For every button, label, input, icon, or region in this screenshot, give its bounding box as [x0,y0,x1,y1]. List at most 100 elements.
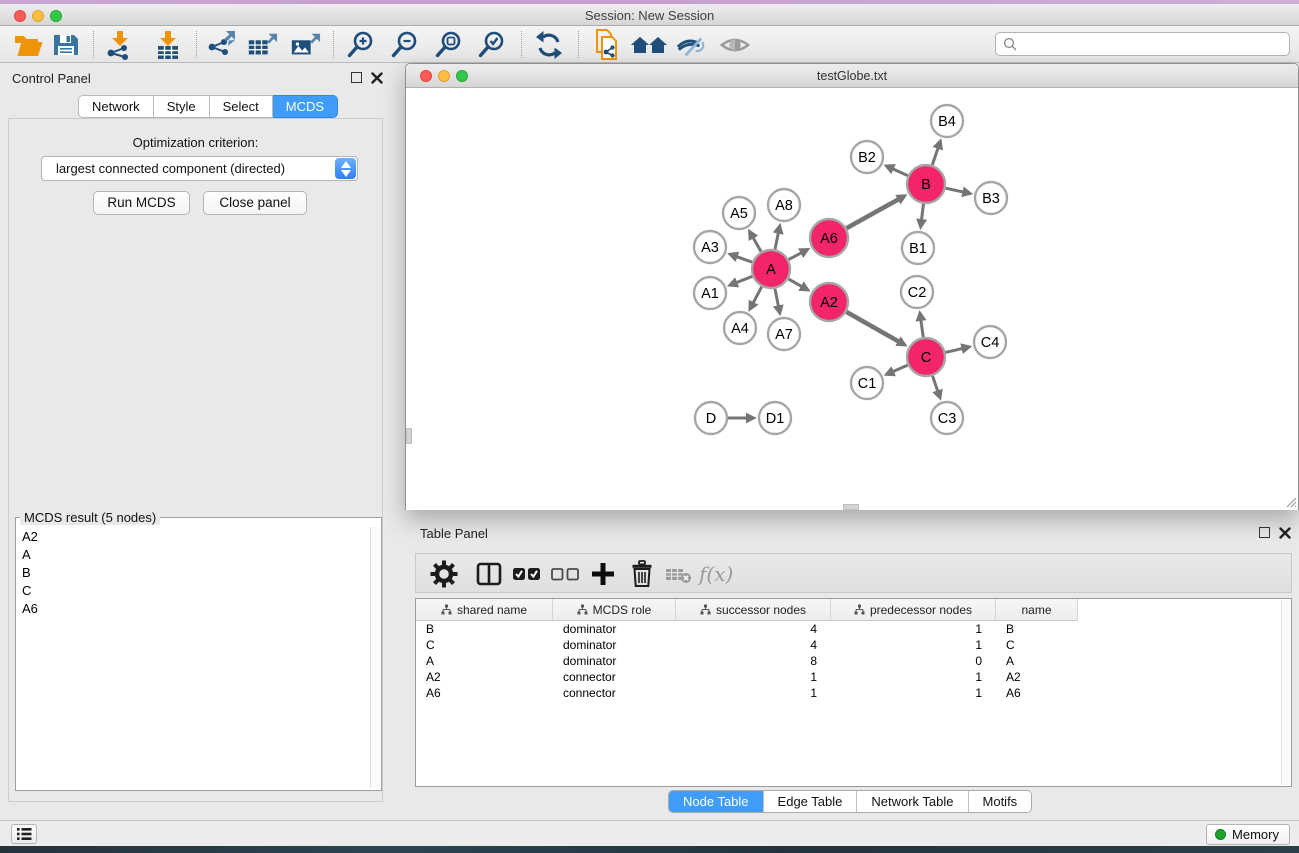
tab-style[interactable]: Style [154,95,210,118]
delete-table-button[interactable] [664,559,694,589]
graph-edge-A6-B[interactable] [846,199,899,229]
table-row[interactable]: Adominator80A [416,653,1291,669]
table-settings-button[interactable] [429,559,459,589]
graph-edge-B-B3[interactable] [946,188,965,192]
tab-node-table[interactable]: Node Table [669,791,763,812]
open-session-button[interactable] [12,30,44,60]
table-cell[interactable]: C [416,638,553,652]
table-row[interactable]: A2connector11A2 [416,669,1291,685]
table-cell[interactable]: 8 [676,654,831,668]
canvas-horizontal-scroll-nub[interactable] [843,504,859,510]
table-cell[interactable]: A [996,654,1078,668]
table-cell[interactable]: B [416,622,553,636]
close-panel-button[interactable]: Close panel [203,191,307,215]
table-cell[interactable]: 0 [831,654,996,668]
show-all-networks-button[interactable] [629,30,669,60]
graph-edge-A-A4[interactable] [753,287,762,304]
select-all-button[interactable] [511,559,543,589]
graph-edge-A-A7[interactable] [775,289,779,308]
network-canvas[interactable]: AA6A2BCB4B2B3A8A5A3B1A1C2A4A7C4C1C3DD1 [406,88,1298,510]
graph-edge-A-A5[interactable] [752,236,761,251]
graph-edge-A-A6[interactable] [789,252,803,259]
hide-selected-button[interactable] [675,30,707,60]
task-history-button[interactable] [11,824,37,844]
search-input[interactable] [1022,37,1289,51]
table-cell[interactable]: connector [553,670,676,684]
tab-motifs[interactable]: Motifs [968,791,1032,812]
graph-edge-C-C2[interactable] [921,319,924,337]
export-network-button[interactable] [205,30,237,60]
tab-select[interactable]: Select [210,95,273,118]
table-cell[interactable]: 4 [676,622,831,636]
table-cell[interactable]: 4 [676,638,831,652]
mcds-result-item[interactable]: B [17,563,370,581]
resize-grip-icon[interactable] [1284,495,1297,508]
mcds-result-item[interactable]: A2 [17,527,370,545]
zoom-selected-button[interactable] [476,30,508,60]
float-table-panel-icon[interactable] [1259,527,1270,538]
table-cell[interactable]: A [416,654,553,668]
table-cell[interactable]: B [996,622,1078,636]
create-column-button[interactable] [588,559,618,589]
graph-edge-C-C4[interactable] [945,348,963,352]
memory-button[interactable]: Memory [1206,824,1290,845]
close-panel-icon[interactable] [371,72,383,84]
column-header-successor-nodes[interactable]: successor nodes [676,599,831,621]
table-cell[interactable]: 1 [831,638,996,652]
deselect-all-button[interactable] [549,559,581,589]
table-scrollbar[interactable] [1281,600,1290,785]
column-header-shared-name[interactable]: shared name [416,599,553,621]
export-table-button[interactable] [246,30,278,60]
graph-edge-A-A8[interactable] [775,231,779,249]
tab-network[interactable]: Network [78,95,154,118]
run-mcds-button[interactable]: Run MCDS [93,191,190,215]
import-network-button[interactable] [104,30,136,60]
show-selected-button[interactable] [719,30,751,60]
tab-network-table[interactable]: Network Table [856,791,967,812]
table-row[interactable]: Bdominator41B [416,621,1291,637]
graph-edge-B-B4[interactable] [932,147,938,165]
mcds-result-item[interactable]: A [17,545,370,563]
table-cell[interactable]: A2 [996,670,1078,684]
export-image-button[interactable] [289,30,321,60]
table-cell[interactable]: 1 [831,670,996,684]
mcds-result-item[interactable]: A6 [17,599,370,617]
column-manager-button[interactable] [474,559,504,589]
graph-edge-A-A3[interactable] [735,256,752,262]
save-session-button[interactable] [50,30,82,60]
table-cell[interactable]: 1 [831,622,996,636]
graph-edge-A-A2[interactable] [788,279,803,287]
table-cell[interactable]: 1 [831,686,996,700]
table-cell[interactable]: 1 [676,670,831,684]
function-builder-button[interactable]: f(x) [699,559,733,589]
table-cell[interactable]: A2 [416,670,553,684]
import-table-button[interactable] [152,30,184,60]
graph-edge-A2-C[interactable] [846,312,900,342]
column-header-name[interactable]: name [996,599,1078,621]
tab-mcds[interactable]: MCDS [273,95,338,118]
table-cell[interactable]: dominator [553,638,676,652]
zoom-out-button[interactable] [389,30,421,60]
network-window-titlebar[interactable]: testGlobe.txt [406,64,1298,88]
float-panel-icon[interactable] [351,72,362,83]
table-cell[interactable]: A6 [996,686,1078,700]
delete-column-button[interactable] [628,559,656,589]
zoom-fit-button[interactable] [433,30,465,60]
table-row[interactable]: A6connector11A6 [416,685,1291,701]
mcds-result-list[interactable]: A2ABCA6 [17,527,370,788]
column-header-MCDS-role[interactable]: MCDS role [553,599,676,621]
graph-edge-C-C3[interactable] [933,376,939,393]
graph-edge-B-B2[interactable] [892,168,908,175]
zoom-in-button[interactable] [345,30,377,60]
search-field[interactable] [995,32,1290,56]
table-cell[interactable]: C [996,638,1078,652]
graph-edge-B-B1[interactable] [921,204,923,221]
close-table-panel-icon[interactable] [1279,527,1291,539]
table-cell[interactable]: A6 [416,686,553,700]
table-cell[interactable]: dominator [553,654,676,668]
clone-network-button[interactable] [592,30,624,60]
table-cell[interactable]: dominator [553,622,676,636]
canvas-vertical-scroll-nub[interactable] [406,428,412,444]
table-row[interactable]: Cdominator41C [416,637,1291,653]
tab-edge-table[interactable]: Edge Table [763,791,857,812]
